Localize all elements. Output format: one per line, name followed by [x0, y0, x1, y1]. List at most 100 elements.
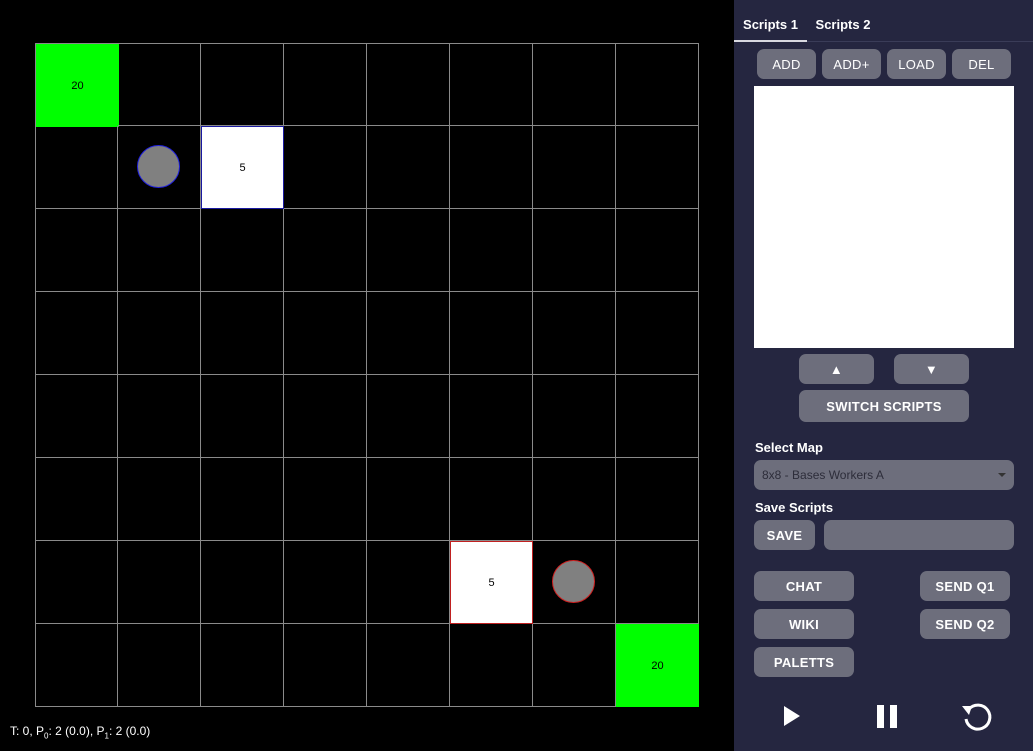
tab-scripts-2[interactable]: Scripts 2	[810, 0, 876, 40]
status-prefix: T: 0, P	[10, 724, 45, 738]
switch-scripts-button[interactable]: SWITCH SCRIPTS	[799, 390, 969, 422]
del-button[interactable]: DEL	[952, 49, 1011, 79]
board-cell[interactable]	[118, 292, 201, 375]
board-cell[interactable]	[450, 292, 533, 375]
board-cell[interactable]	[367, 209, 450, 292]
chat-button[interactable]: CHAT	[754, 571, 854, 601]
board-cell[interactable]	[35, 209, 118, 292]
paletts-button[interactable]: PALETTS	[754, 647, 854, 677]
base-unit[interactable]: 5	[201, 126, 284, 209]
board-cell[interactable]	[367, 541, 450, 624]
board-cell[interactable]	[533, 624, 616, 707]
board-cell[interactable]	[284, 43, 367, 126]
board-cell[interactable]: 5	[450, 541, 533, 624]
resource-unit[interactable]: 20	[616, 624, 699, 707]
board-cell[interactable]	[533, 209, 616, 292]
board-cell[interactable]	[450, 209, 533, 292]
board-cell[interactable]	[533, 375, 616, 458]
board-cell[interactable]	[201, 458, 284, 541]
board-cell[interactable]	[201, 375, 284, 458]
board-cell[interactable]	[367, 126, 450, 209]
move-up-button[interactable]: ▲	[799, 354, 874, 384]
pause-button[interactable]	[868, 697, 908, 735]
board-cell[interactable]	[616, 292, 699, 375]
play-icon	[784, 706, 800, 726]
game-board[interactable]: 20 5 5 20	[35, 43, 699, 707]
status-p1-value: : 2 (0.0)	[108, 724, 151, 738]
save-name-input[interactable]	[824, 520, 1014, 550]
tab-scripts-1[interactable]: Scripts 1	[734, 0, 807, 42]
board-cell[interactable]	[616, 126, 699, 209]
worker-unit[interactable]	[552, 560, 595, 603]
board-cell[interactable]	[35, 541, 118, 624]
send-q1-button[interactable]: SEND Q1	[920, 571, 1010, 601]
worker-unit[interactable]	[137, 145, 180, 188]
board-cell[interactable]	[616, 458, 699, 541]
add-button[interactable]: ADD	[757, 49, 816, 79]
board-cell[interactable]	[284, 209, 367, 292]
board-cell[interactable]	[35, 292, 118, 375]
board-cell[interactable]	[284, 375, 367, 458]
board-cell[interactable]	[35, 375, 118, 458]
script-list[interactable]	[754, 86, 1014, 348]
board-cell[interactable]	[284, 624, 367, 707]
board-cell[interactable]	[118, 624, 201, 707]
board-cell[interactable]: 5	[201, 126, 284, 209]
map-select[interactable]: 8x8 - Bases Workers A	[754, 460, 1014, 490]
board-cell[interactable]	[616, 541, 699, 624]
board-cell[interactable]	[367, 292, 450, 375]
save-button[interactable]: SAVE	[754, 520, 815, 550]
board-cell[interactable]	[118, 43, 201, 126]
board-cell[interactable]	[284, 541, 367, 624]
move-down-button[interactable]: ▼	[894, 354, 969, 384]
board-cell[interactable]	[201, 43, 284, 126]
board-cell[interactable]	[201, 624, 284, 707]
board-cell[interactable]	[367, 43, 450, 126]
board-cell[interactable]	[616, 375, 699, 458]
board-cell[interactable]	[284, 458, 367, 541]
board-cell[interactable]	[201, 541, 284, 624]
board-cell[interactable]: 20	[616, 624, 699, 707]
add-plus-button[interactable]: ADD+	[822, 49, 881, 79]
send-q2-button[interactable]: SEND Q2	[920, 609, 1010, 639]
board-cell[interactable]	[450, 43, 533, 126]
board-cell[interactable]	[284, 292, 367, 375]
chevron-down-icon	[998, 473, 1006, 477]
board-cell[interactable]	[616, 43, 699, 126]
board-cell[interactable]	[450, 458, 533, 541]
board-cell[interactable]	[35, 624, 118, 707]
board-cell[interactable]	[118, 541, 201, 624]
status-line: T: 0, P0: 2 (0.0), P1: 2 (0.0)	[10, 724, 150, 740]
board-cell[interactable]	[118, 209, 201, 292]
board-cell[interactable]	[118, 375, 201, 458]
board-cell[interactable]	[201, 292, 284, 375]
board-cell[interactable]	[118, 458, 201, 541]
board-cell[interactable]	[450, 126, 533, 209]
board-cell[interactable]	[533, 541, 616, 624]
board-cell[interactable]	[450, 624, 533, 707]
status-p0-value: : 2 (0.0), P	[48, 724, 105, 738]
play-button[interactable]	[772, 697, 812, 735]
board-cell[interactable]	[118, 126, 201, 209]
board-cell[interactable]	[35, 126, 118, 209]
board-cell[interactable]	[284, 126, 367, 209]
board-cell[interactable]	[533, 292, 616, 375]
map-select-value: 8x8 - Bases Workers A	[762, 468, 884, 482]
select-map-label: Select Map	[755, 440, 823, 455]
board-cell[interactable]	[367, 375, 450, 458]
reset-button[interactable]	[958, 697, 998, 735]
board-cell[interactable]	[35, 458, 118, 541]
wiki-button[interactable]: WIKI	[754, 609, 854, 639]
resource-unit[interactable]: 20	[36, 44, 119, 127]
board-cell[interactable]	[616, 209, 699, 292]
board-cell[interactable]	[450, 375, 533, 458]
board-cell[interactable]	[533, 126, 616, 209]
board-cell[interactable]	[367, 458, 450, 541]
board-cell[interactable]: 20	[35, 43, 119, 127]
board-cell[interactable]	[367, 624, 450, 707]
board-cell[interactable]	[533, 458, 616, 541]
base-unit[interactable]: 5	[450, 541, 533, 624]
board-cell[interactable]	[533, 43, 616, 126]
load-button[interactable]: LOAD	[887, 49, 946, 79]
board-cell[interactable]	[201, 209, 284, 292]
